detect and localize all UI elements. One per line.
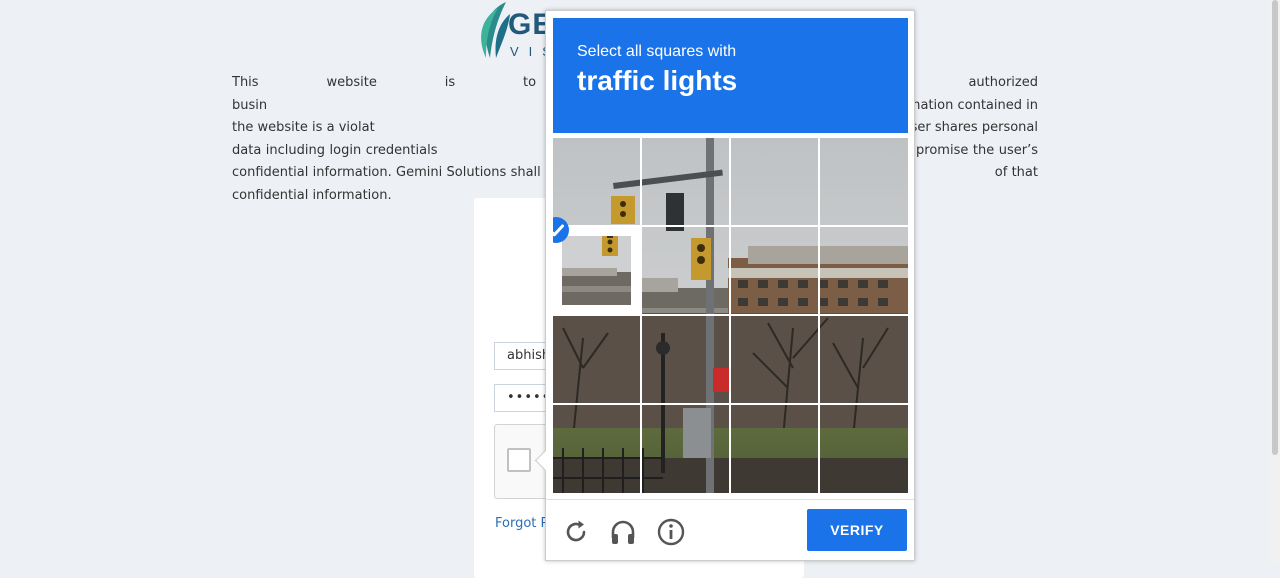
captcha-tile[interactable]	[731, 227, 818, 314]
captcha-tile[interactable]	[553, 316, 640, 403]
headphones-icon[interactable]	[607, 516, 639, 548]
page-scrollbar[interactable]	[1270, 0, 1280, 563]
info-icon[interactable]	[655, 516, 687, 548]
verify-button[interactable]: VERIFY	[807, 509, 907, 551]
recaptcha-checkbox[interactable]	[507, 448, 531, 472]
company-logo: GE VIS	[474, 0, 554, 62]
captcha-tile[interactable]	[553, 405, 640, 492]
captcha-tile[interactable]	[553, 138, 640, 225]
captcha-tile[interactable]	[731, 138, 818, 225]
challenge-target: traffic lights	[577, 65, 738, 96]
captcha-tile[interactable]	[642, 138, 729, 225]
captcha-tile[interactable]	[820, 405, 907, 492]
captcha-tile[interactable]	[820, 138, 907, 225]
captcha-image-grid	[553, 138, 908, 493]
captcha-tile[interactable]	[642, 316, 729, 403]
captcha-tile[interactable]	[731, 405, 818, 492]
captcha-tile[interactable]	[820, 316, 907, 403]
checkmark-icon	[553, 217, 569, 243]
captcha-tile[interactable]	[820, 227, 907, 314]
captcha-challenge-dialog: Select all squares with traffic lights V…	[534, 10, 915, 561]
captcha-tile[interactable]	[731, 316, 818, 403]
challenge-header: Select all squares with traffic lights	[553, 18, 908, 133]
scrollbar-thumb[interactable]	[1272, 0, 1278, 455]
captcha-tile[interactable]	[642, 405, 729, 492]
captcha-tile-selected[interactable]	[553, 217, 640, 314]
selected-tile-thumbnail	[562, 236, 631, 305]
captcha-tiles	[553, 138, 908, 493]
footer-divider	[546, 499, 914, 500]
challenge-instruction: Select all squares with	[577, 43, 737, 60]
reload-icon[interactable]	[560, 516, 592, 548]
captcha-tile[interactable]	[642, 227, 729, 314]
